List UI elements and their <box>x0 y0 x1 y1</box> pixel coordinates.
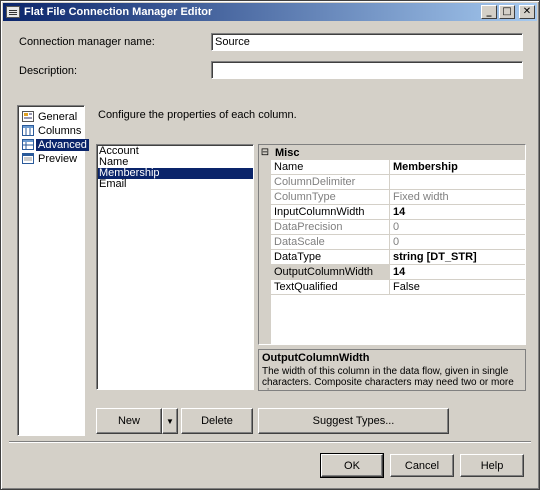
property-name: Name <box>271 160 390 174</box>
property-row[interactable]: TextQualified False <box>271 280 525 295</box>
property-row[interactable]: DataPrecision 0 <box>271 220 525 235</box>
property-value[interactable]: 14 <box>390 265 525 279</box>
grid-margin <box>259 145 271 344</box>
property-row[interactable]: ColumnDelimiter <box>271 175 525 190</box>
connection-name-field[interactable]: Source <box>211 33 523 51</box>
property-name: ColumnType <box>271 190 390 204</box>
nav-item-columns[interactable]: Columns <box>22 124 81 137</box>
nav-item-advanced[interactable]: Advanced <box>22 138 89 151</box>
property-name: OutputColumnWidth <box>271 265 390 279</box>
list-item[interactable]: Email <box>98 179 253 190</box>
category-label: Misc <box>275 146 300 159</box>
property-row[interactable]: DataType string [DT_STR] <box>271 250 525 265</box>
delete-button[interactable]: Delete <box>181 408 253 434</box>
minimize-button[interactable]: _ <box>481 5 497 19</box>
property-name: InputColumnWidth <box>271 205 390 219</box>
nav-item-label: Advanced <box>36 138 89 151</box>
property-help-panel: OutputColumnWidth The width of this colu… <box>258 349 526 391</box>
property-value[interactable]: Membership <box>390 160 525 174</box>
property-value[interactable]: string [DT_STR] <box>390 250 525 264</box>
property-value[interactable] <box>390 175 525 189</box>
property-row[interactable]: DataScale 0 <box>271 235 525 250</box>
window-title: Flat File Connection Manager Editor <box>24 6 213 18</box>
nav-item-label: General <box>38 110 78 123</box>
help-button[interactable]: Help <box>460 454 524 477</box>
property-name: DataScale <box>271 235 390 249</box>
property-row[interactable]: ColumnType Fixed width <box>271 190 525 205</box>
help-text: The width of this column in the data flo… <box>262 366 514 390</box>
preview-icon <box>22 153 34 164</box>
nav-item-label: Preview <box>38 152 78 165</box>
description-label: Description: <box>19 65 78 77</box>
suggest-types-button[interactable]: Suggest Types... <box>258 408 449 434</box>
property-row-selected[interactable]: OutputColumnWidth 14 <box>271 265 525 280</box>
property-row[interactable]: InputColumnWidth 14 <box>271 205 525 220</box>
app-icon <box>6 6 20 18</box>
cancel-button[interactable]: Cancel <box>390 454 454 477</box>
nav-item-label: Columns <box>38 124 82 137</box>
columns-list[interactable]: Account Name Membership Email <box>96 144 254 390</box>
property-value[interactable]: 0 <box>390 220 525 234</box>
property-row[interactable]: Name Membership <box>271 160 525 175</box>
property-value[interactable]: False <box>390 280 525 294</box>
property-name: ColumnDelimiter <box>271 175 390 189</box>
maximize-button[interactable]: □ <box>499 5 515 19</box>
collapse-icon[interactable]: ⊟ <box>259 147 271 159</box>
dialog-window: Flat File Connection Manager Editor _ □ … <box>0 0 540 490</box>
property-name: TextQualified <box>271 280 390 294</box>
new-dropdown-button[interactable]: ▼ <box>162 408 178 434</box>
advanced-icon <box>22 139 34 150</box>
property-name: DataType <box>271 250 390 264</box>
grid-category-misc[interactable]: ⊟ Misc <box>259 145 525 160</box>
description-field[interactable] <box>211 61 523 79</box>
new-button[interactable]: New <box>96 408 162 434</box>
property-name: DataPrecision <box>271 220 390 234</box>
nav-item-general[interactable]: General <box>22 110 77 123</box>
property-grid[interactable]: ⊟ Misc Name Membership ColumnDelimiter C… <box>258 144 526 345</box>
nav-item-preview[interactable]: Preview <box>22 152 77 165</box>
instruction-text: Configure the properties of each column. <box>98 109 297 121</box>
close-button[interactable]: ✕ <box>519 5 535 19</box>
ok-button[interactable]: OK <box>320 453 384 478</box>
title-bar[interactable]: Flat File Connection Manager Editor _ □ … <box>3 3 537 21</box>
nav-pane: General Columns Advanced Preview <box>17 105 89 436</box>
help-title: OutputColumnWidth <box>262 352 370 364</box>
connection-name-label: Connection manager name: <box>19 36 155 48</box>
divider <box>9 441 531 443</box>
property-value[interactable]: 14 <box>390 205 525 219</box>
general-icon <box>22 111 34 122</box>
property-value[interactable]: 0 <box>390 235 525 249</box>
property-value[interactable]: Fixed width <box>390 190 525 204</box>
columns-icon <box>22 125 34 136</box>
